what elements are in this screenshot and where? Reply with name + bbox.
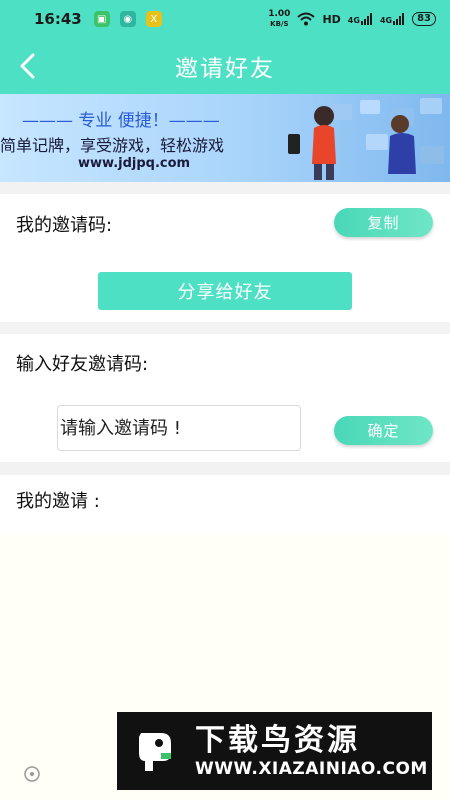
signal-icon xyxy=(360,13,372,25)
banner-description: 简单记牌，享受游戏，轻松游戏 xyxy=(0,136,225,155)
net-speed-unit: KB/S xyxy=(270,20,289,28)
invite-code-input[interactable] xyxy=(57,405,301,451)
share-to-friend-button[interactable]: 分享给好友 xyxy=(98,272,352,310)
status-right: 1.00 KB/S HD 4G 4G 83 xyxy=(268,9,436,29)
battery-icon: 83 xyxy=(412,12,436,26)
confirm-button[interactable]: 确定 xyxy=(334,416,433,445)
status-time: 16:43 xyxy=(34,10,82,28)
enter-code-label: 输入好友邀请码: xyxy=(16,354,149,375)
signal-icon xyxy=(393,13,405,25)
nav-home-icon[interactable] xyxy=(22,764,42,784)
promo-banner: ——— 专业 便捷！——— 简单记牌，享受游戏，轻松游戏 www.jdjpq.c… xyxy=(0,94,450,182)
signal-2: 4G xyxy=(380,13,405,25)
signal-1: 4G xyxy=(348,13,373,25)
app-header: 邀请好友 xyxy=(0,38,450,94)
banner-slogan: ——— 专业 便捷！——— xyxy=(22,111,220,131)
back-button[interactable] xyxy=(12,50,44,82)
banner-url: www.jdjpq.com xyxy=(78,156,191,171)
watermark-title: 下载鸟资源 xyxy=(195,723,360,758)
signal-2-label: 4G xyxy=(379,16,393,25)
watermark-url: WWW.XIAZAINIAO.COM xyxy=(195,759,428,779)
chevron-left-icon xyxy=(20,53,35,79)
my-invites-label: 我的邀请 : xyxy=(16,491,100,512)
net-speed-value: 1.00 xyxy=(268,9,291,19)
watermark-banner: 下载鸟资源 WWW.XIAZAINIAO.COM xyxy=(117,712,432,790)
banner-illustration xyxy=(270,94,450,182)
my-code-label: 我的邀请码: xyxy=(16,215,113,236)
watermark-text: 下载鸟资源 WWW.XIAZAINIAO.COM xyxy=(195,723,428,779)
app-notification-icon: ▣ xyxy=(93,11,110,27)
xi-notification-icon: X xyxy=(145,11,162,27)
status-bar: 16:43 ▣ ◉ X 1.00 KB/S HD 4G 4G 83 xyxy=(0,0,450,38)
chat-notification-icon: ◉ xyxy=(119,11,136,27)
signal-1-label: 4G xyxy=(347,16,360,25)
wifi-icon xyxy=(297,12,316,26)
my-invites-header: 我的邀请 : xyxy=(0,475,450,535)
page-title: 邀请好友 xyxy=(175,56,275,82)
bird-logo-icon xyxy=(131,725,183,777)
net-speed: 1.00 KB/S xyxy=(268,9,290,29)
hd-indicator: HD xyxy=(322,12,341,26)
copy-button[interactable]: 复制 xyxy=(334,208,433,237)
